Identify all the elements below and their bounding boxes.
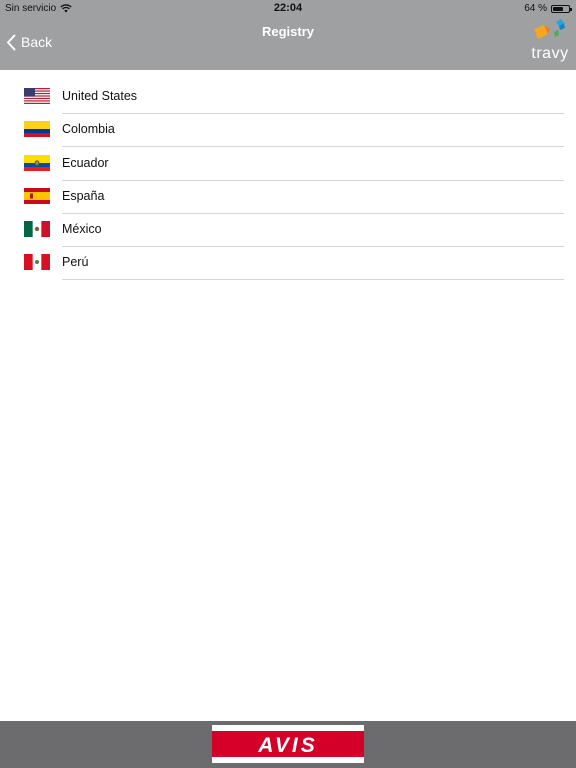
status-bar: Sin servicio 22:04 64 %: [0, 0, 576, 18]
battery-tip: [570, 7, 572, 11]
battery-label: 64 %: [524, 3, 547, 14]
country-label: México: [62, 213, 564, 248]
flag-us-icon: [24, 88, 50, 104]
travy-logo-icon: [534, 19, 565, 39]
flag-mexico-icon: [24, 221, 50, 238]
country-label: United States: [62, 80, 564, 114]
logo-text: travy: [531, 45, 569, 62]
country-row-mexico[interactable]: México: [0, 213, 576, 248]
flag-colombia-icon: [24, 121, 50, 138]
flag-spain-icon: [24, 187, 50, 204]
avis-logo: AVIS: [212, 725, 364, 763]
page-title: Registry: [261, 24, 315, 39]
status-time: 22:04: [273, 2, 303, 14]
country-row-espana[interactable]: España: [0, 180, 576, 214]
country-row-colombia[interactable]: Colombia: [0, 113, 576, 148]
country-label: Ecuador: [62, 147, 564, 181]
country-list: United States Colombia Ecuador España Mé…: [0, 80, 576, 281]
country-row-united-states[interactable]: United States: [0, 80, 576, 114]
flag-ecuador-icon: [24, 154, 50, 171]
country-label: España: [62, 180, 564, 214]
country-row-peru[interactable]: Perú: [0, 246, 576, 281]
travy-logo: travy: [530, 19, 570, 65]
flag-peru-icon: [24, 254, 50, 271]
battery-icon: [551, 4, 572, 13]
battery-fill: [553, 6, 563, 11]
header: Sin servicio 22:04 64 % Back Registry tr…: [0, 0, 576, 70]
avis-logo-text: AVIS: [257, 734, 317, 757]
country-label: Colombia: [62, 113, 564, 148]
country-label: Perú: [62, 246, 564, 281]
country-row-ecuador[interactable]: Ecuador: [0, 147, 576, 181]
status-battery: 64 %: [524, 3, 572, 14]
footer: AVIS: [0, 721, 576, 768]
